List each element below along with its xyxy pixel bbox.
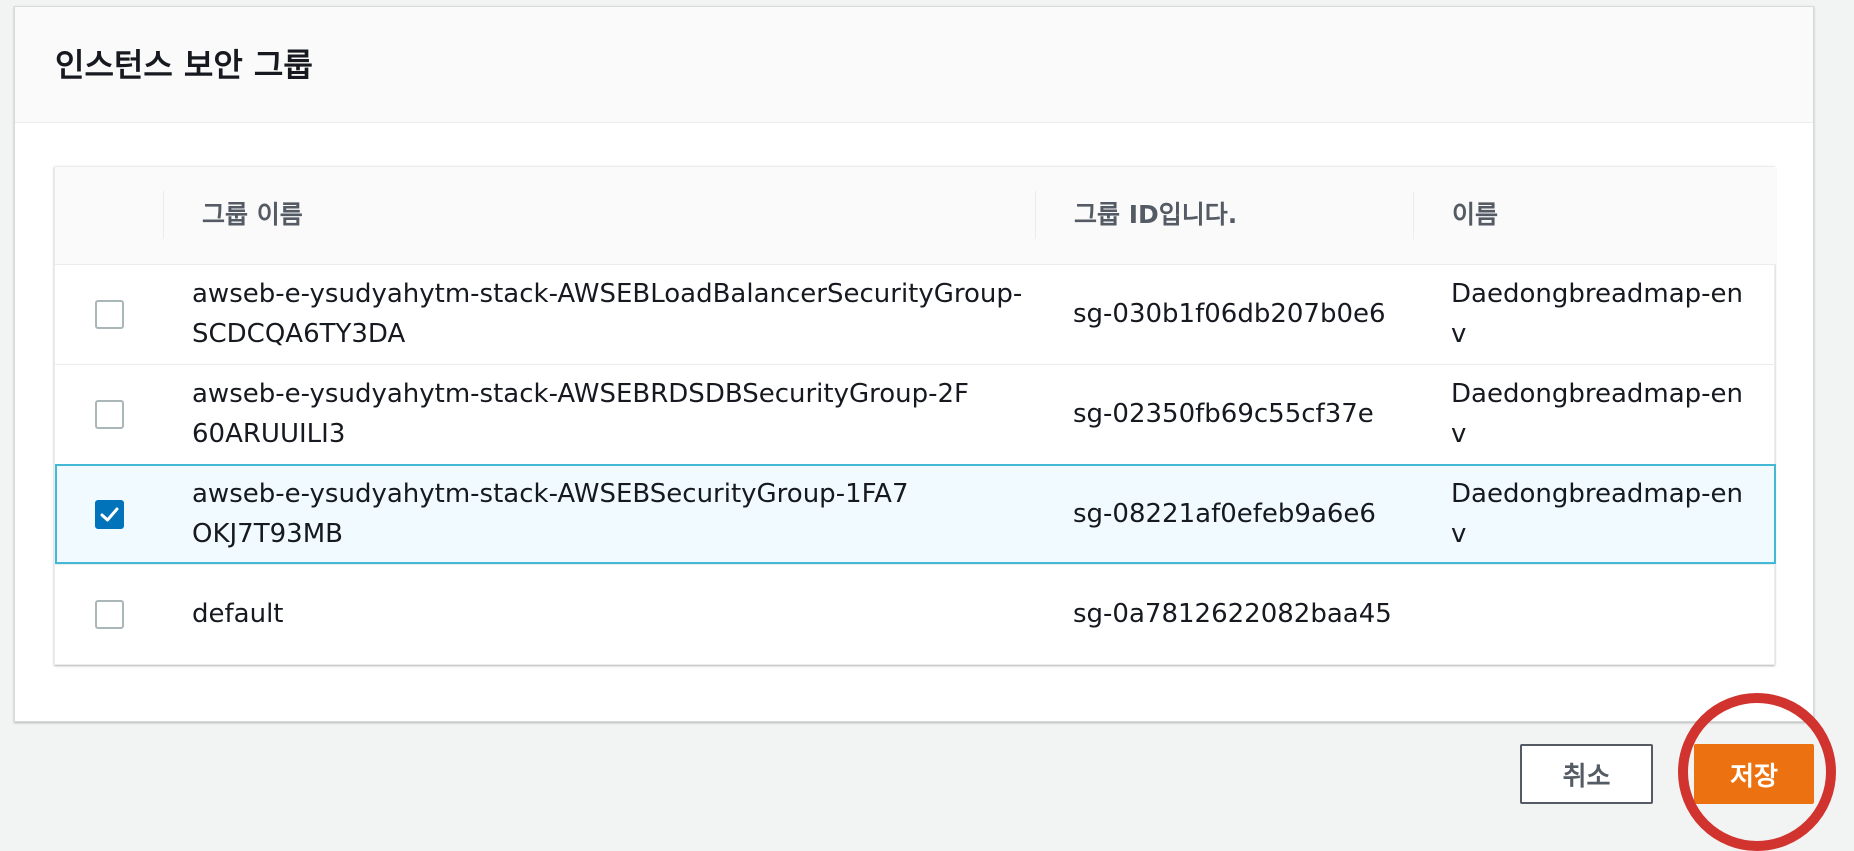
- env-name-cell: Daedongbreadmap-env: [1451, 379, 1744, 449]
- header-name[interactable]: 이름: [1413, 167, 1776, 265]
- save-button[interactable]: 저장: [1694, 744, 1814, 804]
- row-checkbox-checked[interactable]: [94, 500, 124, 529]
- checkmark-icon: [100, 507, 118, 522]
- cancel-button[interactable]: 취소: [1520, 744, 1653, 804]
- group-id-cell: sg-030b1f06db207b0e6: [1073, 299, 1386, 329]
- group-name-cell: awseb-e-ysudyahytm-stack-AWSEBLoadBalanc…: [192, 279, 1023, 349]
- panel-header: 인스턴스 보안 그룹: [15, 7, 1813, 123]
- table-row[interactable]: awseb-e-ysudyahytm-stack-AWSEBLoadBalanc…: [55, 264, 1776, 365]
- header-group-name[interactable]: 그룹 이름: [163, 167, 1035, 265]
- security-groups-panel: 인스턴스 보안 그룹 그룹 이름 그룹 ID입니다. 이름 awseb-e-ys…: [14, 6, 1814, 722]
- group-name-cell: awseb-e-ysudyahytm-stack-AWSEBSecurityGr…: [192, 479, 909, 549]
- header-select: [55, 167, 163, 265]
- group-name-cell: default: [192, 599, 284, 630]
- header-group-id[interactable]: 그룹 ID입니다.: [1035, 167, 1413, 265]
- table-header-row: 그룹 이름 그룹 ID입니다. 이름: [55, 167, 1776, 265]
- row-checkbox[interactable]: [94, 600, 124, 630]
- row-checkbox[interactable]: [94, 400, 124, 429]
- env-name-cell: Daedongbreadmap-env: [1451, 479, 1744, 549]
- group-id-cell: sg-02350fb69c55cf37e: [1073, 399, 1374, 429]
- table-row[interactable]: awseb-e-ysudyahytm-stack-AWSEBRDSDBSecur…: [55, 364, 1776, 465]
- table-row-selected[interactable]: awseb-e-ysudyahytm-stack-AWSEBSecurityGr…: [55, 464, 1776, 565]
- env-name-cell: Daedongbreadmap-env: [1451, 279, 1744, 349]
- table-row[interactable]: default sg-0a7812622082baa45: [55, 564, 1776, 664]
- group-id-cell: sg-0a7812622082baa45: [1073, 599, 1392, 630]
- panel-title: 인스턴스 보안 그룹: [55, 45, 313, 84]
- row-checkbox[interactable]: [94, 300, 124, 329]
- group-id-cell: sg-08221af0efeb9a6e6: [1073, 499, 1376, 529]
- group-name-cell: awseb-e-ysudyahytm-stack-AWSEBRDSDBSecur…: [192, 379, 970, 449]
- security-groups-table: 그룹 이름 그룹 ID입니다. 이름 awseb-e-ysudyahytm-st…: [54, 166, 1776, 665]
